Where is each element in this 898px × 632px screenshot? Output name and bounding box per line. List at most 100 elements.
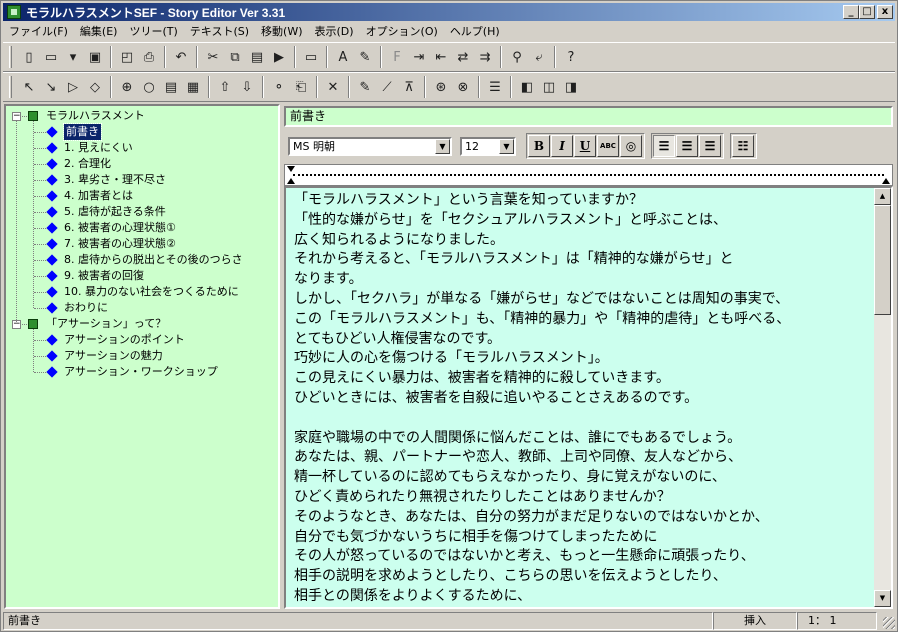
editor-line[interactable]: 家庭や職場の中での人間関係に悩んだことは、誰にでもあるでしょう。 bbox=[294, 429, 872, 449]
strikethrough-button[interactable]: ABC bbox=[597, 135, 619, 157]
text-editor[interactable]: 「モラルハラスメント」という言葉を知っていますか？ 「性的な嫌がらせ」を「セクシュ… bbox=[284, 186, 893, 609]
font-select[interactable]: MS 明朝 ▼ bbox=[288, 136, 452, 156]
move-down-button[interactable]: ⇩ bbox=[236, 76, 258, 98]
align-center-button[interactable]: ☰ bbox=[676, 135, 698, 157]
scroll-thumb[interactable] bbox=[874, 205, 891, 315]
tree-item[interactable]: 4. 加害者とは bbox=[6, 188, 278, 204]
layout-right-button[interactable]: ◨ bbox=[560, 76, 582, 98]
menu-view[interactable]: 表示(D) bbox=[309, 23, 360, 41]
edit-node-button[interactable]: ✎ bbox=[354, 76, 376, 98]
find-next-button[interactable]: ⇥ bbox=[408, 46, 430, 68]
menu-tree[interactable]: ツリー(T) bbox=[123, 23, 183, 41]
editor-line[interactable]: その人が怒っているのではないかと考え、もっと一生懸命に頑張ったり、 bbox=[294, 547, 872, 567]
editor-line[interactable]: 広く知られるようになりました。 bbox=[294, 231, 872, 251]
editor-line[interactable]: 「モラルハラスメント」という言葉を知っていますか？ bbox=[294, 191, 872, 211]
tree-item[interactable]: 1. 見えにくい bbox=[6, 140, 278, 156]
italic-button[interactable]: I bbox=[551, 135, 573, 157]
bullet-list-button[interactable]: ☷ bbox=[732, 135, 754, 157]
find-prev-button[interactable]: ⇤ bbox=[430, 46, 452, 68]
section-title-field[interactable]: 前書き bbox=[284, 106, 893, 127]
menu-options[interactable]: オプション(O) bbox=[360, 23, 444, 41]
format-f-button[interactable]: F bbox=[386, 46, 408, 68]
tree-item[interactable]: 10. 暴力のない社会をつくるために bbox=[6, 284, 278, 300]
right-indent-marker[interactable] bbox=[882, 178, 890, 184]
bold-button[interactable]: B bbox=[528, 135, 550, 157]
outline-tree[interactable]: − モラルハラスメント 前書き 1. 見えにくい 2. 合理化 3. 卑劣さ・理不尽さ 4.… bbox=[4, 104, 280, 609]
editor-line[interactable]: なります。 bbox=[294, 270, 872, 290]
editor-line[interactable]: 自分でも気づかないうちに相手を傷つけてしまったために bbox=[294, 528, 872, 548]
diamond-button[interactable]: ◇ bbox=[84, 76, 106, 98]
pointer-down-button[interactable]: ↘ bbox=[40, 76, 62, 98]
binoculars-button[interactable]: ⚲ bbox=[506, 46, 528, 68]
title-bar[interactable]: モラルハラスメントSEF - Story Editor Ver 3.31 _ □… bbox=[3, 3, 895, 21]
ruler[interactable] bbox=[284, 164, 893, 186]
paste-button[interactable]: ▤ bbox=[246, 46, 268, 68]
editor-line[interactable]: 精一杯しているのに認めてもらえなかったり、身に覚えがないのに、 bbox=[294, 468, 872, 488]
print-button[interactable]: ⎙ bbox=[138, 46, 160, 68]
open-folder-button[interactable]: ▭ bbox=[40, 46, 62, 68]
tree-item[interactable]: 9. 被害者の回復 bbox=[6, 268, 278, 284]
menu-help[interactable]: ヘルプ(H) bbox=[444, 23, 506, 41]
tree-item[interactable]: 5. 虐待が起きる条件 bbox=[6, 204, 278, 220]
toolbar-grip[interactable] bbox=[9, 76, 12, 98]
editor-line[interactable]: 相手との関係をよりよくするために、 bbox=[294, 587, 872, 607]
check-button[interactable]: ⊛ bbox=[430, 76, 452, 98]
tree-item[interactable]: 3. 卑劣さ・理不尽さ bbox=[6, 172, 278, 188]
editor-line[interactable] bbox=[294, 409, 872, 429]
font-a-button[interactable]: A bbox=[332, 46, 354, 68]
editor-line[interactable]: しかし、「セクハラ」が単なる「嫌がらせ」などではないことは周知の事実で、 bbox=[294, 290, 872, 310]
tree-folder-node[interactable]: − モラルハラスメント bbox=[6, 108, 278, 124]
node-button[interactable]: ⚬ bbox=[268, 76, 290, 98]
tree-item[interactable]: おわりに bbox=[6, 300, 278, 316]
check-all-button[interactable]: ⊗ bbox=[452, 76, 474, 98]
editor-line[interactable]: 巧妙に人の心を傷つける「モラルハラスメント」。 bbox=[294, 349, 872, 369]
strike-button[interactable]: ⊼ bbox=[398, 76, 420, 98]
underline-button[interactable]: U bbox=[574, 135, 596, 157]
tree-item[interactable]: 8. 虐待からの脱出とその後のつらさ bbox=[6, 252, 278, 268]
layout-left-button[interactable]: ◧ bbox=[516, 76, 538, 98]
attach-button[interactable]: ⎗ bbox=[290, 76, 312, 98]
editor-line[interactable]: この「モラルハラスメント」も、「精神的暴力」や「精神的虐待」とも呼べる、 bbox=[294, 310, 872, 330]
tree-folder-node[interactable]: − 「アサーション」って？ bbox=[6, 316, 278, 332]
zoom-out-button[interactable]: ○ bbox=[138, 76, 160, 98]
editor-line[interactable]: この見えにくい暴力は、被害者を精神的に殺していきます。 bbox=[294, 369, 872, 389]
pen-button[interactable]: ✎ bbox=[354, 46, 376, 68]
list-button[interactable]: ☰ bbox=[484, 76, 506, 98]
resize-grip[interactable] bbox=[883, 617, 895, 629]
tree-item[interactable]: アサーションの魅力 bbox=[6, 348, 278, 364]
toolbar-grip[interactable] bbox=[9, 46, 12, 68]
maximize-button[interactable]: □ bbox=[859, 5, 875, 19]
font-size-select[interactable]: 12 ▼ bbox=[460, 136, 516, 156]
editor-line[interactable]: とてもひどい人権侵害なのです。 bbox=[294, 330, 872, 350]
editor-line[interactable]: 「性的な嫌がらせ」を「セクシュアルハラスメント」と呼ぶことは、 bbox=[294, 211, 872, 231]
help-button[interactable]: ? bbox=[560, 46, 582, 68]
outline-button[interactable]: ▤ bbox=[160, 76, 182, 98]
editor-line[interactable]: ひどいときには、被害者を自殺に追いやることさえあるのです。 bbox=[294, 389, 872, 409]
scroll-down-button[interactable]: ▼ bbox=[874, 590, 891, 607]
print-preview-button[interactable]: ◰ bbox=[116, 46, 138, 68]
play-button[interactable]: ▷ bbox=[62, 76, 84, 98]
tree-item[interactable]: 前書き bbox=[6, 123, 278, 141]
replace-button[interactable]: ⇄ bbox=[452, 46, 474, 68]
tree-item[interactable]: 2. 合理化 bbox=[6, 156, 278, 172]
tree-item[interactable]: 7. 被害者の心理状態② bbox=[6, 236, 278, 252]
editor-line[interactable]: ひどく責められたり無視されたりしたことはありませんか？ bbox=[294, 488, 872, 508]
layout-split-button[interactable]: ◫ bbox=[538, 76, 560, 98]
align-left-button[interactable]: ☰ bbox=[653, 135, 675, 157]
tree-item[interactable]: アサーション・ワークショップ bbox=[6, 364, 278, 380]
tree-item[interactable]: アサーションのポイント bbox=[6, 332, 278, 348]
menu-text[interactable]: テキスト(S) bbox=[184, 23, 255, 41]
scroll-up-button[interactable]: ▲ bbox=[874, 188, 891, 205]
editor-content[interactable]: 「モラルハラスメント」という言葉を知っていますか？ 「性的な嫌がらせ」を「セクシュ… bbox=[294, 191, 872, 607]
vertical-scrollbar[interactable]: ▲ ▼ bbox=[874, 188, 891, 607]
menu-file[interactable]: ファイル(F) bbox=[3, 23, 74, 41]
undo-button[interactable]: ↶ bbox=[170, 46, 192, 68]
color-button[interactable]: ◎ bbox=[620, 135, 642, 157]
jump-button[interactable]: ⤶ bbox=[528, 46, 550, 68]
cut-button[interactable]: ✂ bbox=[202, 46, 224, 68]
pointer-up-button[interactable]: ↖ bbox=[18, 76, 40, 98]
editor-line[interactable]: そのようなとき、あなたは、自分の努力がまだ足りないのではないかとか、 bbox=[294, 508, 872, 528]
menu-edit[interactable]: 編集(E) bbox=[74, 23, 124, 41]
align-right-button[interactable]: ☰ bbox=[699, 135, 721, 157]
editor-line[interactable]: あなたは、親、パートナーや恋人、教師、上司や同僚、友人などから、 bbox=[294, 448, 872, 468]
